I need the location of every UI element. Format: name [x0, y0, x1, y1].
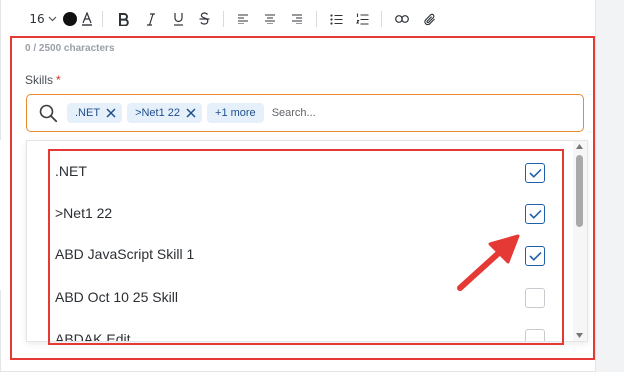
skill-tag-label: >Net1 22 [135, 107, 181, 119]
italic-button[interactable] [137, 8, 165, 30]
strikethrough-button[interactable] [191, 8, 217, 30]
toolbar-divider [381, 11, 382, 27]
link-icon [395, 15, 409, 23]
skills-multiselect-input[interactable]: .NET >Net1 22 +1 more Search... [26, 94, 584, 132]
skills-search-field[interactable]: Search... [272, 107, 316, 119]
align-center-icon [265, 14, 275, 24]
font-size-value: 16 [29, 12, 45, 26]
skill-option-label[interactable]: ABDAK Edit [55, 331, 130, 341]
numbered-list-button[interactable] [349, 8, 375, 30]
required-marker: * [56, 73, 61, 87]
scroll-up-icon[interactable] [576, 144, 583, 149]
strikethrough-icon [199, 12, 209, 25]
bold-icon [118, 12, 129, 26]
skill-option-checkbox[interactable] [525, 163, 545, 183]
link-button[interactable] [388, 8, 416, 30]
color-swatch-icon [63, 12, 77, 26]
remove-tag-icon[interactable] [186, 108, 196, 118]
skill-tag-net: .NET [67, 103, 123, 123]
skill-option-label[interactable]: ABD Oct 10 25 Skill [55, 289, 178, 305]
align-left-button[interactable] [230, 8, 256, 30]
rich-text-toolbar: 16 [26, 4, 444, 34]
skill-option-label[interactable]: ABD JavaScript Skill 1 [55, 246, 194, 262]
bulleted-list-button[interactable] [323, 8, 349, 30]
character-count: 0 / 2500 characters [25, 43, 115, 54]
attachment-button[interactable] [416, 8, 444, 30]
checkmark-icon [528, 168, 542, 178]
checkmark-icon [528, 251, 542, 261]
skill-tag-label: .NET [75, 107, 101, 119]
skills-field-label: Skills * [25, 73, 61, 87]
font-color-icon [82, 12, 92, 26]
toolbar-divider [223, 11, 224, 27]
align-right-icon [292, 14, 302, 24]
numbered-list-icon [355, 13, 368, 25]
paperclip-icon [424, 13, 435, 25]
skill-option-checkbox[interactable] [525, 204, 545, 224]
background-panel [0, 140, 26, 290]
chevron-down-icon [48, 16, 57, 22]
remove-tag-icon[interactable] [106, 108, 116, 118]
align-center-button[interactable] [256, 8, 284, 30]
text-color-button[interactable] [60, 8, 96, 30]
dropdown-scrollbar[interactable] [573, 141, 587, 341]
underline-icon [173, 13, 183, 26]
toolbar-divider [316, 11, 317, 27]
bulleted-list-icon [329, 13, 342, 25]
skills-label-text: Skills [25, 73, 54, 87]
skill-tag-net1-22: >Net1 22 [127, 103, 203, 123]
scrollbar-thumb[interactable] [576, 155, 583, 227]
underline-button[interactable] [165, 8, 191, 30]
font-size-select[interactable]: 16 [26, 8, 60, 30]
bold-button[interactable] [109, 8, 137, 30]
skill-option-checkbox[interactable] [525, 329, 545, 341]
annotation-arrow-icon [457, 234, 520, 291]
skill-option-label[interactable]: .NET [55, 163, 87, 179]
scroll-down-icon[interactable] [576, 333, 583, 338]
more-tags-badge[interactable]: +1 more [207, 103, 264, 123]
skill-option-label[interactable]: >Net1 22 [55, 205, 112, 221]
search-icon [37, 102, 59, 124]
toolbar-divider [102, 11, 103, 27]
italic-icon [147, 12, 155, 26]
checkmark-icon [528, 209, 542, 219]
align-right-button[interactable] [284, 8, 310, 30]
align-left-icon [238, 14, 248, 24]
